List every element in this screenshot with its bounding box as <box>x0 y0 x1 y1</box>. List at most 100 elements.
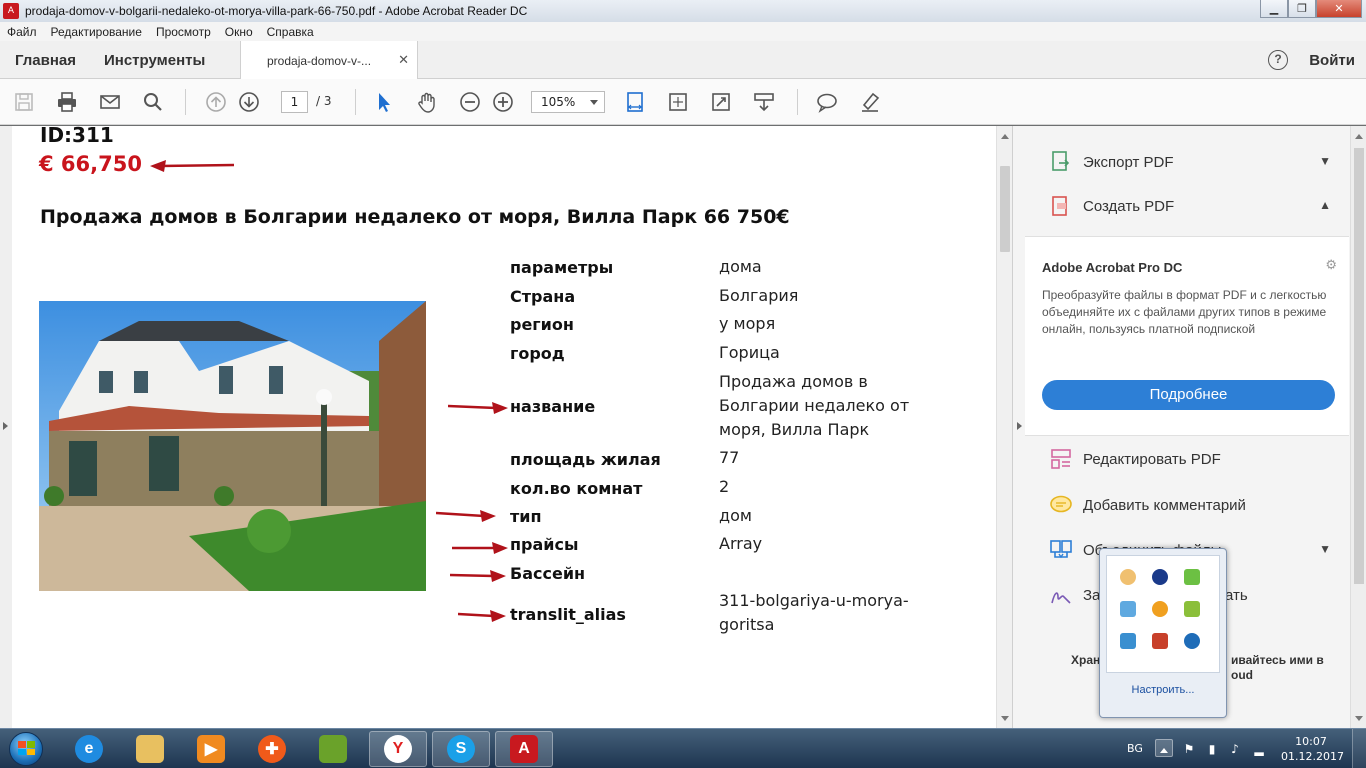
scroll-thumb[interactable] <box>1354 148 1364 584</box>
tray-app-icon[interactable] <box>1112 593 1144 625</box>
export-pdf-label: Экспорт PDF <box>1083 153 1174 171</box>
email-icon[interactable] <box>99 91 121 113</box>
evernote-icon[interactable] <box>1176 561 1208 593</box>
taskbar-spreadsheet[interactable] <box>304 731 362 767</box>
prev-page-icon[interactable] <box>205 91 227 113</box>
windows-logo-icon <box>18 741 35 755</box>
taskbar-app[interactable]: ✚ <box>243 731 301 767</box>
document-view[interactable]: ID:311 € 66,750 Продажа домов в Болгарии… <box>0 126 1012 728</box>
chevron-up-icon[interactable]: ▲ <box>1319 198 1331 212</box>
system-clock[interactable]: 10:07 01.12.2017 <box>1281 734 1344 764</box>
tab-document[interactable]: prodaja-domov-v-... ✕ <box>240 41 418 79</box>
hand-tool-icon[interactable] <box>416 91 438 113</box>
villa-photo <box>39 301 426 591</box>
tray-app-icon[interactable] <box>1112 625 1144 657</box>
taskbar-yandex[interactable]: Y <box>369 731 427 767</box>
chevron-down-icon[interactable]: ▼ <box>1319 542 1331 556</box>
restore-button[interactable]: ❐ <box>1288 0 1316 18</box>
taskbar-acrobat[interactable]: A <box>495 731 553 767</box>
scroll-up-icon[interactable] <box>1355 130 1363 139</box>
acrobat-app-icon[interactable]: A <box>3 3 19 19</box>
spec-key: регион <box>510 315 574 334</box>
show-hidden-icons-button[interactable] <box>1155 739 1173 757</box>
edit-pdf-tool[interactable]: Редактировать PDF <box>1049 447 1339 471</box>
menu-file[interactable]: Файл <box>0 25 44 39</box>
listing-id: ID:311 <box>40 126 114 147</box>
comment-icon[interactable] <box>816 91 838 113</box>
listing-heading: Продажа домов в Болгарии недалеко от мор… <box>40 206 790 228</box>
window-controls: ▁ ❐ ✕ <box>1260 0 1362 18</box>
tab-home[interactable]: Главная <box>15 52 76 69</box>
tools-pane-scrollbar[interactable] <box>1350 126 1366 728</box>
red-arrow-annotation <box>150 160 236 172</box>
yandex-browser-icon: Y <box>384 735 412 763</box>
tray-app-icon[interactable] <box>1176 625 1208 657</box>
red-arrow-annotation <box>458 610 506 622</box>
document-scrollbar[interactable] <box>996 126 1012 728</box>
zoom-select[interactable]: 105% <box>531 91 605 113</box>
volume-icon[interactable]: ♪ <box>1228 742 1242 756</box>
pdf-page[interactable]: ID:311 € 66,750 Продажа домов в Болгарии… <box>12 126 996 728</box>
tray-app-icon[interactable] <box>1144 625 1176 657</box>
red-arrow-annotation <box>436 510 496 522</box>
comment-tool-icon <box>1050 495 1072 513</box>
spec-key: город <box>510 344 565 363</box>
add-comment-label: Добавить комментарий <box>1083 496 1246 514</box>
battery-icon[interactable]: ▮ <box>1205 742 1219 756</box>
menu-edit[interactable]: Редактирование <box>44 25 149 39</box>
page-number-input[interactable]: 1 <box>281 91 308 113</box>
help-icon[interactable]: ? <box>1268 50 1288 70</box>
full-screen-icon[interactable] <box>710 91 732 113</box>
tray-app-icon[interactable] <box>1176 593 1208 625</box>
tray-app-icon[interactable] <box>1112 561 1144 593</box>
signin-button[interactable]: Войти <box>1309 52 1355 69</box>
edit-pdf-label: Редактировать PDF <box>1083 450 1221 468</box>
input-language[interactable]: BG <box>1127 742 1143 755</box>
cloud-text-line1: ивайтесь ими в <box>1231 653 1324 667</box>
taskbar-skype[interactable]: S <box>432 731 490 767</box>
spec-value: Болгария <box>719 286 799 305</box>
add-comment-tool[interactable]: Добавить комментарий <box>1049 493 1339 517</box>
bluetooth-icon[interactable] <box>1144 561 1176 593</box>
menu-help[interactable]: Справка <box>260 25 321 39</box>
save-icon[interactable] <box>13 91 35 113</box>
scroll-thumb[interactable] <box>1000 166 1010 252</box>
create-pdf-tool[interactable]: Создать PDF ▲ <box>1049 194 1339 218</box>
menu-window[interactable]: Окно <box>218 25 260 39</box>
promo-settings-icon[interactable]: ⚙ <box>1325 257 1337 273</box>
fit-width-icon[interactable] <box>624 91 646 113</box>
fit-page-icon[interactable] <box>667 91 689 113</box>
show-desktop-button[interactable] <box>1352 729 1366 768</box>
toolbar-separator <box>185 89 186 115</box>
network-icon[interactable]: ▂ <box>1252 742 1266 756</box>
minimize-button[interactable]: ▁ <box>1260 0 1288 18</box>
print-icon[interactable] <box>56 91 78 113</box>
close-button[interactable]: ✕ <box>1316 0 1362 18</box>
cloud-text-right: ивайтесь ими в oud <box>1231 653 1324 683</box>
export-pdf-tool[interactable]: Экспорт PDF ▼ <box>1049 150 1339 174</box>
toolbar: 1 / 3 105% <box>0 79 1366 125</box>
scroll-down-icon[interactable] <box>1001 716 1009 725</box>
select-cursor-icon[interactable] <box>373 91 395 113</box>
taskbar-explorer[interactable] <box>121 731 179 767</box>
chevron-down-icon[interactable]: ▼ <box>1319 154 1331 168</box>
zoom-out-icon[interactable] <box>459 91 481 113</box>
learn-more-button[interactable]: Подробнее <box>1042 380 1335 410</box>
action-center-icon[interactable]: ⚑ <box>1182 742 1196 756</box>
close-tab-icon[interactable]: ✕ <box>398 52 409 68</box>
customize-link[interactable]: Настроить... <box>1100 684 1226 696</box>
search-icon[interactable] <box>142 91 164 113</box>
scroll-up-icon[interactable] <box>1001 130 1009 139</box>
next-page-icon[interactable] <box>238 91 260 113</box>
highlight-pen-icon[interactable] <box>859 91 881 113</box>
tab-tools[interactable]: Инструменты <box>104 52 205 69</box>
tray-flower-icon[interactable] <box>1144 593 1176 625</box>
taskbar-ie[interactable]: e <box>60 731 118 767</box>
taskbar-media-player[interactable]: ▶ <box>182 731 240 767</box>
start-button[interactable] <box>3 730 53 768</box>
scroll-down-icon[interactable] <box>1355 716 1363 725</box>
menu-view[interactable]: Просмотр <box>149 25 218 39</box>
scroll-mode-icon[interactable] <box>753 91 775 113</box>
zoom-in-icon[interactable] <box>492 91 514 113</box>
left-panel-toggle[interactable] <box>0 126 12 728</box>
